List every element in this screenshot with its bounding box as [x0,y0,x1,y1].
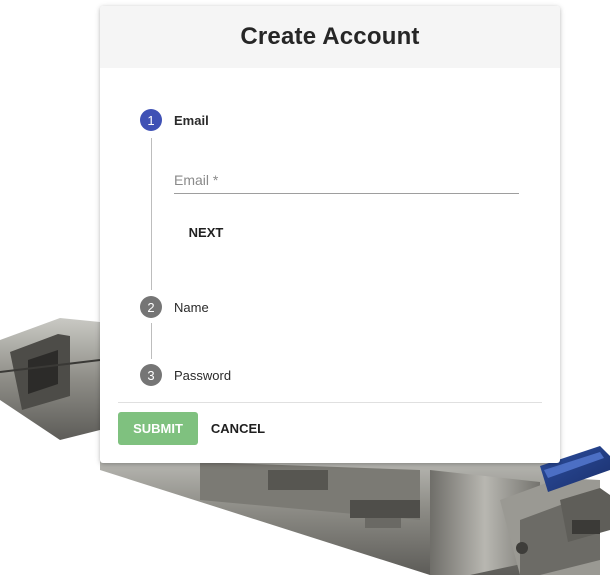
page: Create Account 1 Email NEXT 2 Name 3 Pas… [0,0,610,575]
cancel-button[interactable]: CANCEL [204,412,272,445]
actions-divider [118,402,542,403]
email-field-container [174,166,519,194]
dialog-header: Create Account [100,6,560,68]
step-2-label-name[interactable]: Name [174,300,209,315]
vertical-stepper: 1 Email NEXT 2 Name 3 Password [100,68,560,402]
email-input[interactable] [174,166,519,194]
dialog-title: Create Account [240,23,420,50]
step-2-number-badge[interactable]: 2 [140,296,162,318]
step-1-label-email[interactable]: Email [174,113,209,128]
step-1-number-badge[interactable]: 1 [140,109,162,131]
create-account-dialog: Create Account 1 Email NEXT 2 Name 3 Pas… [100,6,560,463]
step-connector-line [151,138,152,290]
next-button[interactable]: NEXT [174,216,238,248]
submit-button[interactable]: SUBMIT [118,412,198,445]
step-3-number-badge[interactable]: 3 [140,364,162,386]
step-3-label-password[interactable]: Password [174,368,231,383]
step-connector-line [151,323,152,359]
